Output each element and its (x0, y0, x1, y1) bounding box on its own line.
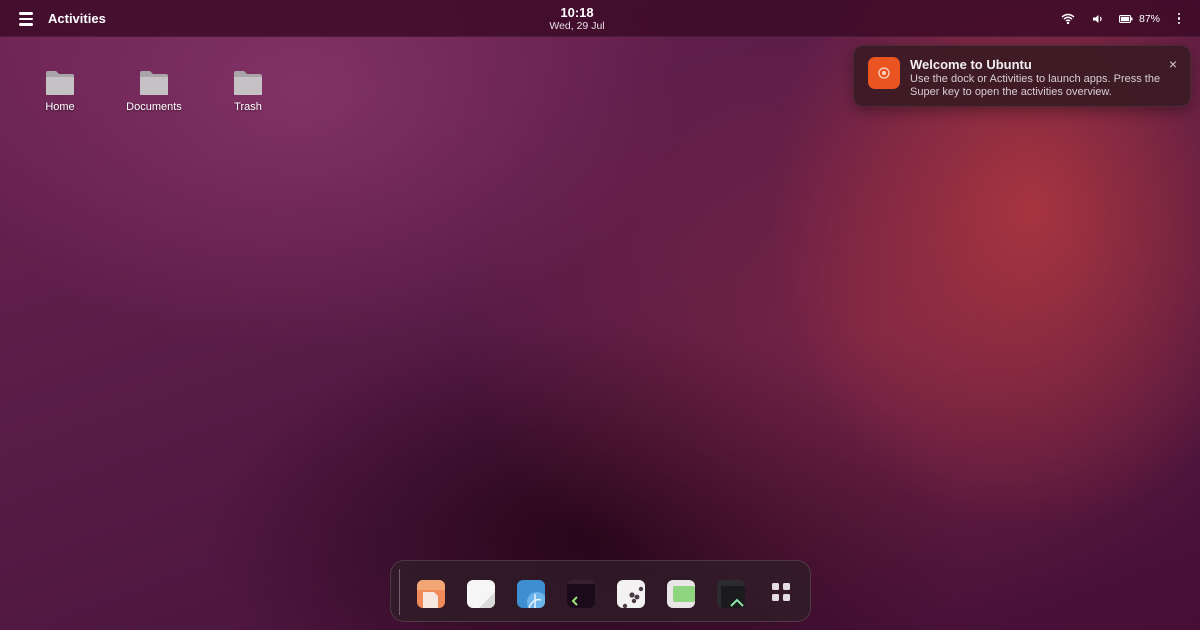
wifi-icon[interactable] (1053, 0, 1083, 37)
notification-title: Welcome to Ubuntu (910, 57, 1032, 72)
files-app-icon[interactable] (417, 580, 445, 608)
folder-icon (139, 70, 169, 96)
clock-date: Wed, 29 Jul (549, 20, 605, 32)
desktop-icon-trash[interactable]: Trash (203, 70, 293, 113)
desktop-icon-documents[interactable]: Documents (109, 70, 199, 113)
settings-app-icon[interactable] (617, 580, 645, 608)
browser-app-icon[interactable] (517, 580, 545, 608)
system-monitor-app-icon[interactable] (717, 580, 745, 608)
desktop-icon-label: Home (45, 101, 75, 113)
notification-banner[interactable]: Welcome to Ubuntu Use the dock or Activi… (853, 45, 1191, 107)
system-tray: 87% (1053, 0, 1190, 37)
activities-button[interactable]: Activities (48, 11, 106, 26)
top-bar: Activities 10:18 Wed, 29 Jul 87% (0, 0, 1200, 37)
volume-icon[interactable] (1083, 0, 1113, 37)
app-grid-icon[interactable] (772, 583, 790, 601)
terminal-app-icon[interactable] (567, 580, 595, 608)
more-options-icon[interactable] (1168, 0, 1190, 37)
desktop-icon-label: Trash (234, 101, 262, 113)
notification-body: Use the dock or Activities to launch app… (910, 73, 1161, 98)
menu-icon[interactable] (14, 8, 38, 30)
image-viewer-app-icon[interactable] (667, 580, 695, 608)
dock-separator (399, 569, 400, 615)
text-editor-app-icon[interactable] (467, 580, 495, 608)
desktop-icon-home[interactable]: Home (15, 70, 105, 113)
clock-time: 10:18 (560, 5, 594, 20)
ubuntu-icon (868, 57, 900, 89)
battery-percent: 87% (1138, 12, 1160, 25)
dock (390, 560, 811, 622)
close-icon[interactable]: × (1169, 56, 1177, 72)
desktop-icon-label: Documents (126, 101, 182, 113)
folder-icon (45, 70, 75, 96)
clock[interactable]: 10:18 Wed, 29 Jul (527, 5, 627, 33)
folder-icon (233, 70, 263, 96)
battery-indicator[interactable]: 87% (1113, 0, 1168, 37)
battery-icon (1118, 14, 1133, 23)
